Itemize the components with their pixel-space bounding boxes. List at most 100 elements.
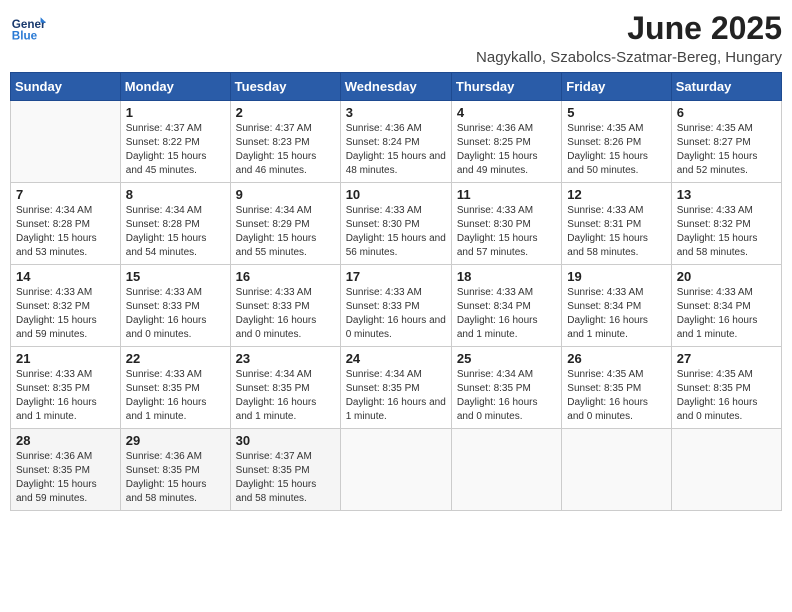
table-row: 7 Sunrise: 4:34 AM Sunset: 8:28 PM Dayli…	[11, 183, 121, 265]
day-number: 15	[126, 269, 225, 284]
day-number: 28	[16, 433, 115, 448]
table-row: 19 Sunrise: 4:33 AM Sunset: 8:34 PM Dayl…	[562, 265, 671, 347]
day-number: 26	[567, 351, 665, 366]
table-row: 2 Sunrise: 4:37 AM Sunset: 8:23 PM Dayli…	[230, 101, 340, 183]
table-row	[671, 429, 781, 511]
table-row: 12 Sunrise: 4:33 AM Sunset: 8:31 PM Dayl…	[562, 183, 671, 265]
table-row: 24 Sunrise: 4:34 AM Sunset: 8:35 PM Dayl…	[340, 347, 451, 429]
day-info: Sunrise: 4:37 AM Sunset: 8:35 PM Dayligh…	[236, 450, 335, 506]
day-info: Sunrise: 4:33 AM Sunset: 8:34 PM Dayligh…	[567, 286, 665, 342]
day-number: 25	[457, 351, 556, 366]
page-header: General Blue June 2025 Nagykallo, Szabol…	[10, 10, 782, 66]
day-info: Sunrise: 4:33 AM Sunset: 8:33 PM Dayligh…	[346, 286, 446, 342]
day-info: Sunrise: 4:36 AM Sunset: 8:25 PM Dayligh…	[457, 122, 556, 178]
day-number: 10	[346, 187, 446, 202]
header-monday: Monday	[120, 73, 230, 101]
table-row: 27 Sunrise: 4:35 AM Sunset: 8:35 PM Dayl…	[671, 347, 781, 429]
table-row: 10 Sunrise: 4:33 AM Sunset: 8:30 PM Dayl…	[340, 183, 451, 265]
day-number: 24	[346, 351, 446, 366]
day-number: 23	[236, 351, 335, 366]
day-info: Sunrise: 4:34 AM Sunset: 8:28 PM Dayligh…	[126, 204, 225, 260]
calendar-header-row: Sunday Monday Tuesday Wednesday Thursday…	[11, 73, 782, 101]
day-number: 17	[346, 269, 446, 284]
table-row	[562, 429, 671, 511]
day-number: 5	[567, 105, 665, 120]
table-row: 6 Sunrise: 4:35 AM Sunset: 8:27 PM Dayli…	[671, 101, 781, 183]
table-row: 14 Sunrise: 4:33 AM Sunset: 8:32 PM Dayl…	[11, 265, 121, 347]
day-info: Sunrise: 4:33 AM Sunset: 8:34 PM Dayligh…	[677, 286, 776, 342]
table-row: 16 Sunrise: 4:33 AM Sunset: 8:33 PM Dayl…	[230, 265, 340, 347]
calendar-table: Sunday Monday Tuesday Wednesday Thursday…	[10, 72, 782, 511]
table-row: 17 Sunrise: 4:33 AM Sunset: 8:33 PM Dayl…	[340, 265, 451, 347]
day-info: Sunrise: 4:35 AM Sunset: 8:35 PM Dayligh…	[677, 368, 776, 424]
day-info: Sunrise: 4:37 AM Sunset: 8:23 PM Dayligh…	[236, 122, 335, 178]
table-row: 20 Sunrise: 4:33 AM Sunset: 8:34 PM Dayl…	[671, 265, 781, 347]
header-friday: Friday	[562, 73, 671, 101]
day-number: 20	[677, 269, 776, 284]
svg-text:Blue: Blue	[12, 30, 38, 43]
header-thursday: Thursday	[451, 73, 561, 101]
table-row: 26 Sunrise: 4:35 AM Sunset: 8:35 PM Dayl…	[562, 347, 671, 429]
location-title: Nagykallo, Szabolcs-Szatmar-Bereg, Hunga…	[476, 49, 782, 66]
day-info: Sunrise: 4:33 AM Sunset: 8:34 PM Dayligh…	[457, 286, 556, 342]
day-info: Sunrise: 4:33 AM Sunset: 8:33 PM Dayligh…	[236, 286, 335, 342]
day-number: 30	[236, 433, 335, 448]
day-number: 14	[16, 269, 115, 284]
table-row: 22 Sunrise: 4:33 AM Sunset: 8:35 PM Dayl…	[120, 347, 230, 429]
table-row	[340, 429, 451, 511]
day-info: Sunrise: 4:34 AM Sunset: 8:35 PM Dayligh…	[236, 368, 335, 424]
day-info: Sunrise: 4:33 AM Sunset: 8:35 PM Dayligh…	[16, 368, 115, 424]
month-title: June 2025	[476, 10, 782, 47]
day-info: Sunrise: 4:35 AM Sunset: 8:26 PM Dayligh…	[567, 122, 665, 178]
calendar-week-row: 28 Sunrise: 4:36 AM Sunset: 8:35 PM Dayl…	[11, 429, 782, 511]
day-number: 8	[126, 187, 225, 202]
table-row: 5 Sunrise: 4:35 AM Sunset: 8:26 PM Dayli…	[562, 101, 671, 183]
table-row: 18 Sunrise: 4:33 AM Sunset: 8:34 PM Dayl…	[451, 265, 561, 347]
calendar-week-row: 21 Sunrise: 4:33 AM Sunset: 8:35 PM Dayl…	[11, 347, 782, 429]
table-row	[451, 429, 561, 511]
calendar-week-row: 14 Sunrise: 4:33 AM Sunset: 8:32 PM Dayl…	[11, 265, 782, 347]
day-info: Sunrise: 4:33 AM Sunset: 8:35 PM Dayligh…	[126, 368, 225, 424]
table-row: 11 Sunrise: 4:33 AM Sunset: 8:30 PM Dayl…	[451, 183, 561, 265]
table-row: 30 Sunrise: 4:37 AM Sunset: 8:35 PM Dayl…	[230, 429, 340, 511]
header-tuesday: Tuesday	[230, 73, 340, 101]
day-info: Sunrise: 4:36 AM Sunset: 8:35 PM Dayligh…	[16, 450, 115, 506]
day-number: 4	[457, 105, 556, 120]
table-row: 15 Sunrise: 4:33 AM Sunset: 8:33 PM Dayl…	[120, 265, 230, 347]
header-wednesday: Wednesday	[340, 73, 451, 101]
day-info: Sunrise: 4:34 AM Sunset: 8:28 PM Dayligh…	[16, 204, 115, 260]
day-info: Sunrise: 4:35 AM Sunset: 8:35 PM Dayligh…	[567, 368, 665, 424]
header-sunday: Sunday	[11, 73, 121, 101]
day-info: Sunrise: 4:33 AM Sunset: 8:30 PM Dayligh…	[346, 204, 446, 260]
day-number: 29	[126, 433, 225, 448]
table-row: 13 Sunrise: 4:33 AM Sunset: 8:32 PM Dayl…	[671, 183, 781, 265]
table-row: 3 Sunrise: 4:36 AM Sunset: 8:24 PM Dayli…	[340, 101, 451, 183]
header-saturday: Saturday	[671, 73, 781, 101]
calendar-week-row: 7 Sunrise: 4:34 AM Sunset: 8:28 PM Dayli…	[11, 183, 782, 265]
day-info: Sunrise: 4:34 AM Sunset: 8:35 PM Dayligh…	[457, 368, 556, 424]
table-row: 1 Sunrise: 4:37 AM Sunset: 8:22 PM Dayli…	[120, 101, 230, 183]
title-section: June 2025 Nagykallo, Szabolcs-Szatmar-Be…	[476, 10, 782, 66]
table-row: 21 Sunrise: 4:33 AM Sunset: 8:35 PM Dayl…	[11, 347, 121, 429]
day-info: Sunrise: 4:36 AM Sunset: 8:35 PM Dayligh…	[126, 450, 225, 506]
day-info: Sunrise: 4:35 AM Sunset: 8:27 PM Dayligh…	[677, 122, 776, 178]
day-info: Sunrise: 4:34 AM Sunset: 8:29 PM Dayligh…	[236, 204, 335, 260]
day-number: 7	[16, 187, 115, 202]
day-number: 19	[567, 269, 665, 284]
table-row	[11, 101, 121, 183]
table-row: 8 Sunrise: 4:34 AM Sunset: 8:28 PM Dayli…	[120, 183, 230, 265]
day-number: 13	[677, 187, 776, 202]
table-row: 9 Sunrise: 4:34 AM Sunset: 8:29 PM Dayli…	[230, 183, 340, 265]
day-info: Sunrise: 4:37 AM Sunset: 8:22 PM Dayligh…	[126, 122, 225, 178]
day-number: 3	[346, 105, 446, 120]
day-info: Sunrise: 4:33 AM Sunset: 8:33 PM Dayligh…	[126, 286, 225, 342]
day-number: 18	[457, 269, 556, 284]
table-row: 4 Sunrise: 4:36 AM Sunset: 8:25 PM Dayli…	[451, 101, 561, 183]
table-row: 23 Sunrise: 4:34 AM Sunset: 8:35 PM Dayl…	[230, 347, 340, 429]
day-number: 22	[126, 351, 225, 366]
day-number: 16	[236, 269, 335, 284]
calendar-week-row: 1 Sunrise: 4:37 AM Sunset: 8:22 PM Dayli…	[11, 101, 782, 183]
day-number: 21	[16, 351, 115, 366]
table-row: 25 Sunrise: 4:34 AM Sunset: 8:35 PM Dayl…	[451, 347, 561, 429]
day-info: Sunrise: 4:33 AM Sunset: 8:32 PM Dayligh…	[677, 204, 776, 260]
